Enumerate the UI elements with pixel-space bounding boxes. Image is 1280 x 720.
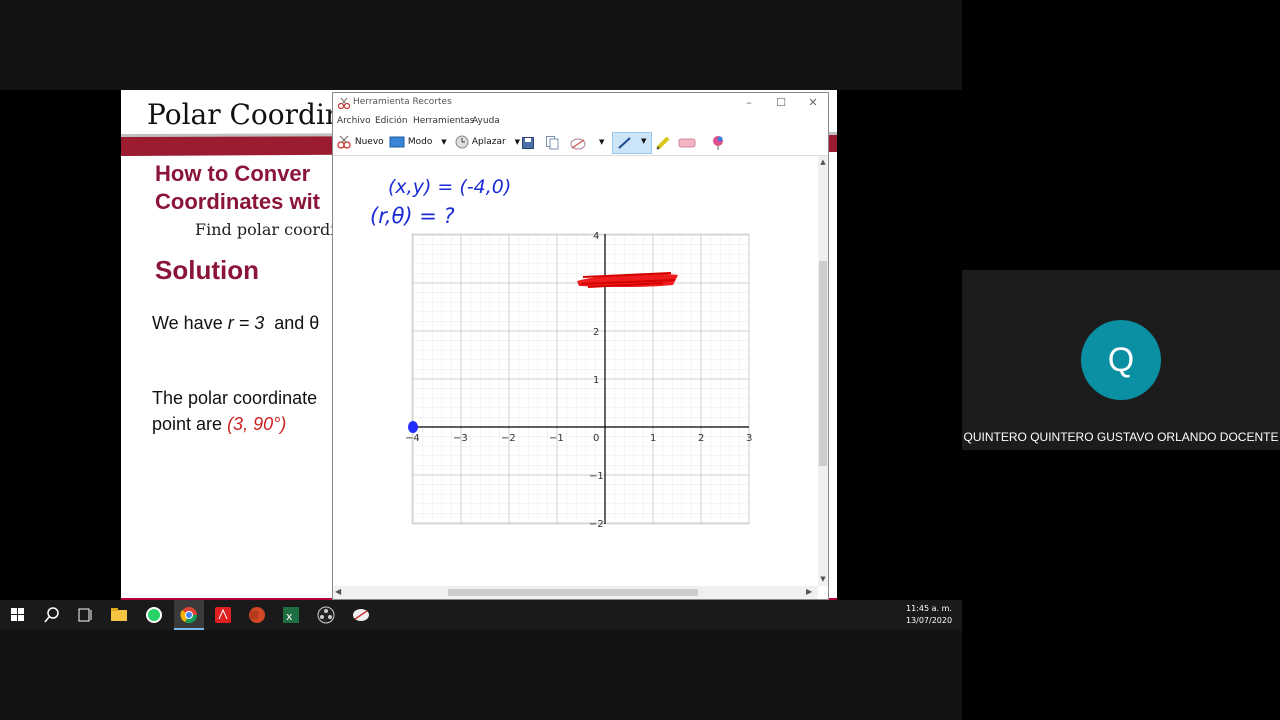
start-icon[interactable] xyxy=(8,605,28,625)
shared-screen: Polar Coordina How to Conver Coordinates… xyxy=(0,0,962,720)
x-tick-label: −3 xyxy=(453,433,468,444)
y-tick-label: −1 xyxy=(589,471,604,482)
snipping-tool-icon[interactable] xyxy=(351,605,371,625)
chevron-down-icon: ▼ xyxy=(441,138,447,146)
powerpoint-icon[interactable] xyxy=(247,605,267,625)
blue-point-marker xyxy=(408,421,418,433)
send-icon[interactable] xyxy=(570,136,588,150)
chevron-down-icon[interactable]: ▼ xyxy=(599,138,604,146)
slide-find-text: Find polar coordi xyxy=(195,220,336,239)
task-view-icon[interactable] xyxy=(75,605,95,625)
polar-line-2: point are (3, 90°) xyxy=(152,411,317,437)
y-tick-label: −2 xyxy=(589,519,604,530)
graph-grid xyxy=(411,233,750,525)
handwriting-line2: (r,θ) = ? xyxy=(370,204,455,228)
new-snip-label: Nuevo xyxy=(354,137,384,147)
slide-solution-heading: Solution xyxy=(155,255,259,285)
mode-icon xyxy=(389,136,405,147)
windows-taskbar: x 11:45 a. m. 13/07/2020 xyxy=(0,600,962,630)
participant-avatar: Q xyxy=(1081,320,1161,400)
point-value: (3, 90°) xyxy=(227,414,287,434)
x-tick-label: 1 xyxy=(650,433,656,444)
y-tick-label: 2 xyxy=(593,327,599,338)
new-snip-button[interactable]: Nuevo xyxy=(336,133,384,151)
acrobat-icon[interactable] xyxy=(213,605,233,625)
we-have-text: We have xyxy=(152,313,228,333)
clock-icon xyxy=(455,135,469,148)
clock-date[interactable]: 13/07/2020 xyxy=(900,616,958,625)
scissors-icon xyxy=(338,97,350,109)
save-icon[interactable] xyxy=(522,137,534,149)
graph-snip: −4 −3 −2 −1 0 1 2 3 4 2 1 −1 −2 (x,y) = (-4,0) (r,θ… xyxy=(370,176,752,530)
window-title: Herramienta Recortes xyxy=(353,97,452,107)
top-bar xyxy=(0,0,962,90)
and-theta-text: and θ xyxy=(264,313,320,333)
scroll-left-icon[interactable]: ◀ xyxy=(335,587,341,596)
snip-canvas[interactable]: −4 −3 −2 −1 0 1 2 3 4 2 1 −1 −2 (x,y) = (-4,0) (r,θ… xyxy=(333,156,818,586)
y-tick-label: 4 xyxy=(593,231,599,242)
vertical-scrollbar[interactable]: ▲ ▼ xyxy=(818,156,828,586)
file-explorer-icon[interactable] xyxy=(109,605,129,625)
menu-bar: Archivo Edición Herramientas Ayuda xyxy=(333,113,828,129)
participant-name: QUINTERO QUINTERO GUSTAVO ORLANDO DOCENT… xyxy=(963,430,1279,444)
clock-time[interactable]: 11:45 a. m. xyxy=(900,604,958,613)
slide-heading-line1: How to Conver xyxy=(155,161,311,186)
menu-archivo[interactable]: Archivo xyxy=(337,116,371,126)
x-tick-label: −2 xyxy=(501,433,516,444)
toolbar: Nuevo Modo ▼ Aplazar ▼ ▼ ▼ xyxy=(333,129,828,156)
x-tick-label: −1 xyxy=(549,433,564,444)
y-tick-label: 1 xyxy=(593,375,599,386)
pen-icon xyxy=(618,137,631,149)
snipping-tool-titlebar[interactable]: Herramienta Recortes – ☐ ✕ xyxy=(333,93,828,113)
bottom-bar xyxy=(0,630,962,720)
search-icon[interactable] xyxy=(42,605,62,625)
new-snip-icon xyxy=(337,135,351,149)
slide-title: Polar Coordina xyxy=(147,98,360,131)
r-equation: r = 3 xyxy=(227,313,265,333)
x-tick-label: 3 xyxy=(746,433,752,444)
horizontal-scrollbar[interactable]: ◀ ▶ xyxy=(333,586,818,599)
slide-heading-line2: Coordinates wit xyxy=(155,189,321,214)
x-tick-label: 2 xyxy=(698,433,704,444)
mode-label: Modo xyxy=(407,137,433,147)
whatsapp-icon[interactable] xyxy=(144,605,164,625)
excel-icon[interactable]: x xyxy=(281,605,301,625)
scroll-right-icon[interactable]: ▶ xyxy=(806,587,812,596)
polar-line-1: The polar coordinate xyxy=(152,388,318,408)
x-tick-label: −4 xyxy=(405,433,420,444)
slide-polar-coordinates-text: The polar coordinate point are (3, 90°) xyxy=(152,385,317,437)
scroll-up-icon[interactable]: ▲ xyxy=(818,158,828,166)
copy-icon[interactable] xyxy=(546,136,559,150)
chrome-icon[interactable] xyxy=(179,605,199,625)
pen-button[interactable]: ▼ xyxy=(612,132,652,154)
maximize-button[interactable]: ☐ xyxy=(770,95,792,111)
slide-we-have-line: We have r = 3 and θ xyxy=(152,313,319,334)
scroll-down-icon[interactable]: ▼ xyxy=(818,575,828,583)
horizontal-scroll-thumb[interactable] xyxy=(448,589,698,596)
obs-icon[interactable] xyxy=(316,605,336,625)
chevron-down-icon: ▼ xyxy=(514,138,520,146)
close-button[interactable]: ✕ xyxy=(802,95,824,111)
menu-herramientas[interactable]: Herramientas xyxy=(413,116,474,126)
slide-heading: How to Conver Coordinates wit xyxy=(155,160,320,216)
x-tick-label: 0 xyxy=(593,433,599,444)
delay-button[interactable]: Aplazar ▼ xyxy=(455,133,520,151)
participant-tile[interactable]: Q QUINTERO QUINTERO GUSTAVO ORLANDO DOCE… xyxy=(962,270,1280,450)
point-are-text: point are xyxy=(152,414,228,434)
highlighter-icon[interactable] xyxy=(655,135,671,151)
svg-text:x: x xyxy=(286,610,293,623)
chevron-down-icon: ▼ xyxy=(641,137,647,145)
handwriting-line1: (x,y) = (-4,0) xyxy=(388,176,511,198)
mode-button[interactable]: Modo ▼ xyxy=(389,133,447,151)
delay-label: Aplazar xyxy=(471,137,506,147)
minimize-button[interactable]: – xyxy=(738,95,760,111)
vertical-scroll-thumb[interactable] xyxy=(819,261,827,466)
paint-3d-icon[interactable] xyxy=(711,135,725,151)
menu-ayuda[interactable]: Ayuda xyxy=(472,116,500,126)
menu-edicion[interactable]: Edición xyxy=(375,116,408,126)
snipping-tool-window[interactable]: Herramienta Recortes – ☐ ✕ Archivo Edici… xyxy=(332,92,829,600)
eraser-icon[interactable] xyxy=(678,137,696,149)
